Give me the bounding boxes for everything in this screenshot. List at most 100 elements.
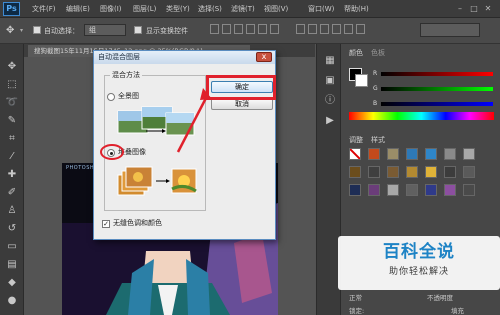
history-panel-icon[interactable]: ▦ (323, 54, 337, 68)
watermark: 百科全说 助你轻松解决 (338, 236, 500, 290)
align-buttons (210, 24, 288, 36)
slider-label-b: B (373, 100, 378, 107)
auto-select-checkbox[interactable] (33, 26, 41, 34)
show-transform-checkbox[interactable] (134, 26, 142, 34)
style-swatch[interactable] (463, 148, 475, 160)
workspace-selector[interactable] (420, 23, 480, 37)
style-swatch[interactable] (387, 148, 399, 160)
toolbox: ✥ ⬚ ➰ ✎ ⌗ ⁄ ✚ ✐ ♙ ↺ ▭ ▤ ◆ ● (0, 44, 24, 315)
style-swatch[interactable] (425, 184, 437, 196)
crop-tool-icon[interactable]: ⌗ (5, 132, 19, 146)
move-tool-icon[interactable]: ✥ (5, 60, 19, 74)
brush-tool-icon[interactable]: ✐ (5, 186, 19, 200)
style-swatch[interactable] (406, 148, 418, 160)
style-none-swatch[interactable] (349, 148, 361, 160)
panorama-radio[interactable] (107, 93, 115, 101)
blue-slider[interactable] (381, 102, 493, 106)
style-swatch[interactable] (406, 184, 418, 196)
blend-mode-select[interactable]: 正常 (349, 292, 362, 302)
slider-label-g: G (373, 85, 378, 92)
chevron-down-icon[interactable]: ▾ (20, 27, 23, 34)
style-swatch[interactable] (368, 166, 380, 178)
info-panel-icon[interactable]: ⓘ (323, 94, 337, 108)
style-swatch[interactable] (368, 148, 380, 160)
background-color[interactable] (355, 74, 368, 87)
menu-window[interactable]: 窗口(W) (308, 3, 334, 15)
menu-type[interactable]: 类型(Y) (166, 3, 190, 15)
dodge-tool-icon[interactable]: ● (5, 294, 19, 308)
quick-select-tool-icon[interactable]: ✎ (5, 114, 19, 128)
style-swatch[interactable] (463, 184, 475, 196)
actions-panel-icon[interactable]: ▶ (323, 114, 337, 128)
eyedropper-tool-icon[interactable]: ⁄ (5, 150, 19, 164)
maximize-icon[interactable]: □ (468, 3, 480, 14)
menu-edit[interactable]: 编辑(E) (66, 3, 90, 15)
close-icon[interactable]: x (256, 52, 272, 62)
stack-images-radio[interactable] (107, 149, 115, 157)
style-swatch[interactable] (444, 166, 456, 178)
align-right-icon[interactable] (270, 24, 279, 34)
distribute-center-icon[interactable] (344, 24, 353, 34)
lock-label: 锁定: (349, 307, 365, 315)
red-slider[interactable] (381, 72, 493, 76)
style-swatch[interactable] (444, 184, 456, 196)
style-swatch[interactable] (425, 148, 437, 160)
panorama-illustration (117, 106, 195, 136)
menu-file[interactable]: 文件(F) (32, 3, 56, 15)
history-brush-icon[interactable]: ↺ (5, 222, 19, 236)
auto-select-dropdown[interactable]: 组 (84, 24, 126, 36)
style-swatch[interactable] (387, 184, 399, 196)
align-top-icon[interactable] (210, 24, 219, 34)
minimize-icon[interactable]: – (454, 3, 466, 14)
marquee-tool-icon[interactable]: ⬚ (5, 78, 19, 92)
style-swatch[interactable] (368, 184, 380, 196)
healing-tool-icon[interactable]: ✚ (5, 168, 19, 182)
menu-filter[interactable]: 滤镜(T) (231, 3, 255, 15)
align-center-icon[interactable] (258, 24, 267, 34)
align-left-icon[interactable] (246, 24, 255, 34)
auto-select-label: 自动选择： (44, 27, 79, 35)
panorama-label[interactable]: 全景图 (118, 92, 139, 101)
menu-select[interactable]: 选择(S) (198, 3, 222, 15)
style-swatch[interactable] (444, 148, 456, 160)
blur-tool-icon[interactable]: ◆ (5, 276, 19, 290)
photoshop-logo: Ps (3, 2, 20, 16)
properties-panel-icon[interactable]: ▣ (323, 74, 337, 88)
style-swatch[interactable] (425, 166, 437, 178)
seamless-tones-label[interactable]: 无缝色调和颜色 (113, 219, 162, 228)
align-middle-icon[interactable] (222, 24, 231, 34)
distribute-right-icon[interactable] (356, 24, 365, 34)
tab-color[interactable]: 颜色 (349, 48, 363, 59)
tab-styles[interactable]: 样式 (371, 135, 385, 146)
distribute-top-icon[interactable] (296, 24, 305, 34)
green-slider[interactable] (381, 87, 493, 91)
fill-label: 填充 (451, 307, 464, 315)
gradient-tool-icon[interactable]: ▤ (5, 258, 19, 272)
style-swatch[interactable] (463, 166, 475, 178)
align-bottom-icon[interactable] (234, 24, 243, 34)
style-swatch[interactable] (387, 166, 399, 178)
style-swatch[interactable] (406, 166, 418, 178)
seamless-tones-checkbox[interactable]: ✓ (102, 220, 110, 228)
distribute-middle-icon[interactable] (308, 24, 317, 34)
move-tool-icon[interactable]: ✥ (6, 25, 14, 36)
tab-swatches[interactable]: 色板 (371, 48, 385, 59)
menu-layer[interactable]: 图层(L) (133, 3, 156, 15)
stamp-tool-icon[interactable]: ♙ (5, 204, 19, 218)
close-window-icon[interactable]: ✕ (482, 3, 494, 14)
menu-image[interactable]: 图像(I) (100, 3, 122, 15)
menu-bar: Ps 文件(F) 编辑(E) 图像(I) 图层(L) 类型(Y) 选择(S) 滤… (0, 0, 500, 18)
menu-view[interactable]: 视图(V) (264, 3, 288, 15)
options-bar: ✥ ▾ 自动选择： 组 显示变换控件 (0, 18, 500, 44)
distribute-left-icon[interactable] (332, 24, 341, 34)
menu-help[interactable]: 帮助(H) (344, 3, 369, 15)
color-spectrum[interactable] (349, 112, 494, 120)
tab-adjustments[interactable]: 调整 (349, 135, 363, 146)
style-swatch[interactable] (349, 184, 361, 196)
distribute-bottom-icon[interactable] (320, 24, 329, 34)
stack-images-illustration (117, 166, 197, 196)
stack-images-label[interactable]: 堆叠图像 (118, 148, 146, 157)
style-swatch[interactable] (349, 166, 361, 178)
eraser-tool-icon[interactable]: ▭ (5, 240, 19, 254)
lasso-tool-icon[interactable]: ➰ (5, 96, 19, 110)
